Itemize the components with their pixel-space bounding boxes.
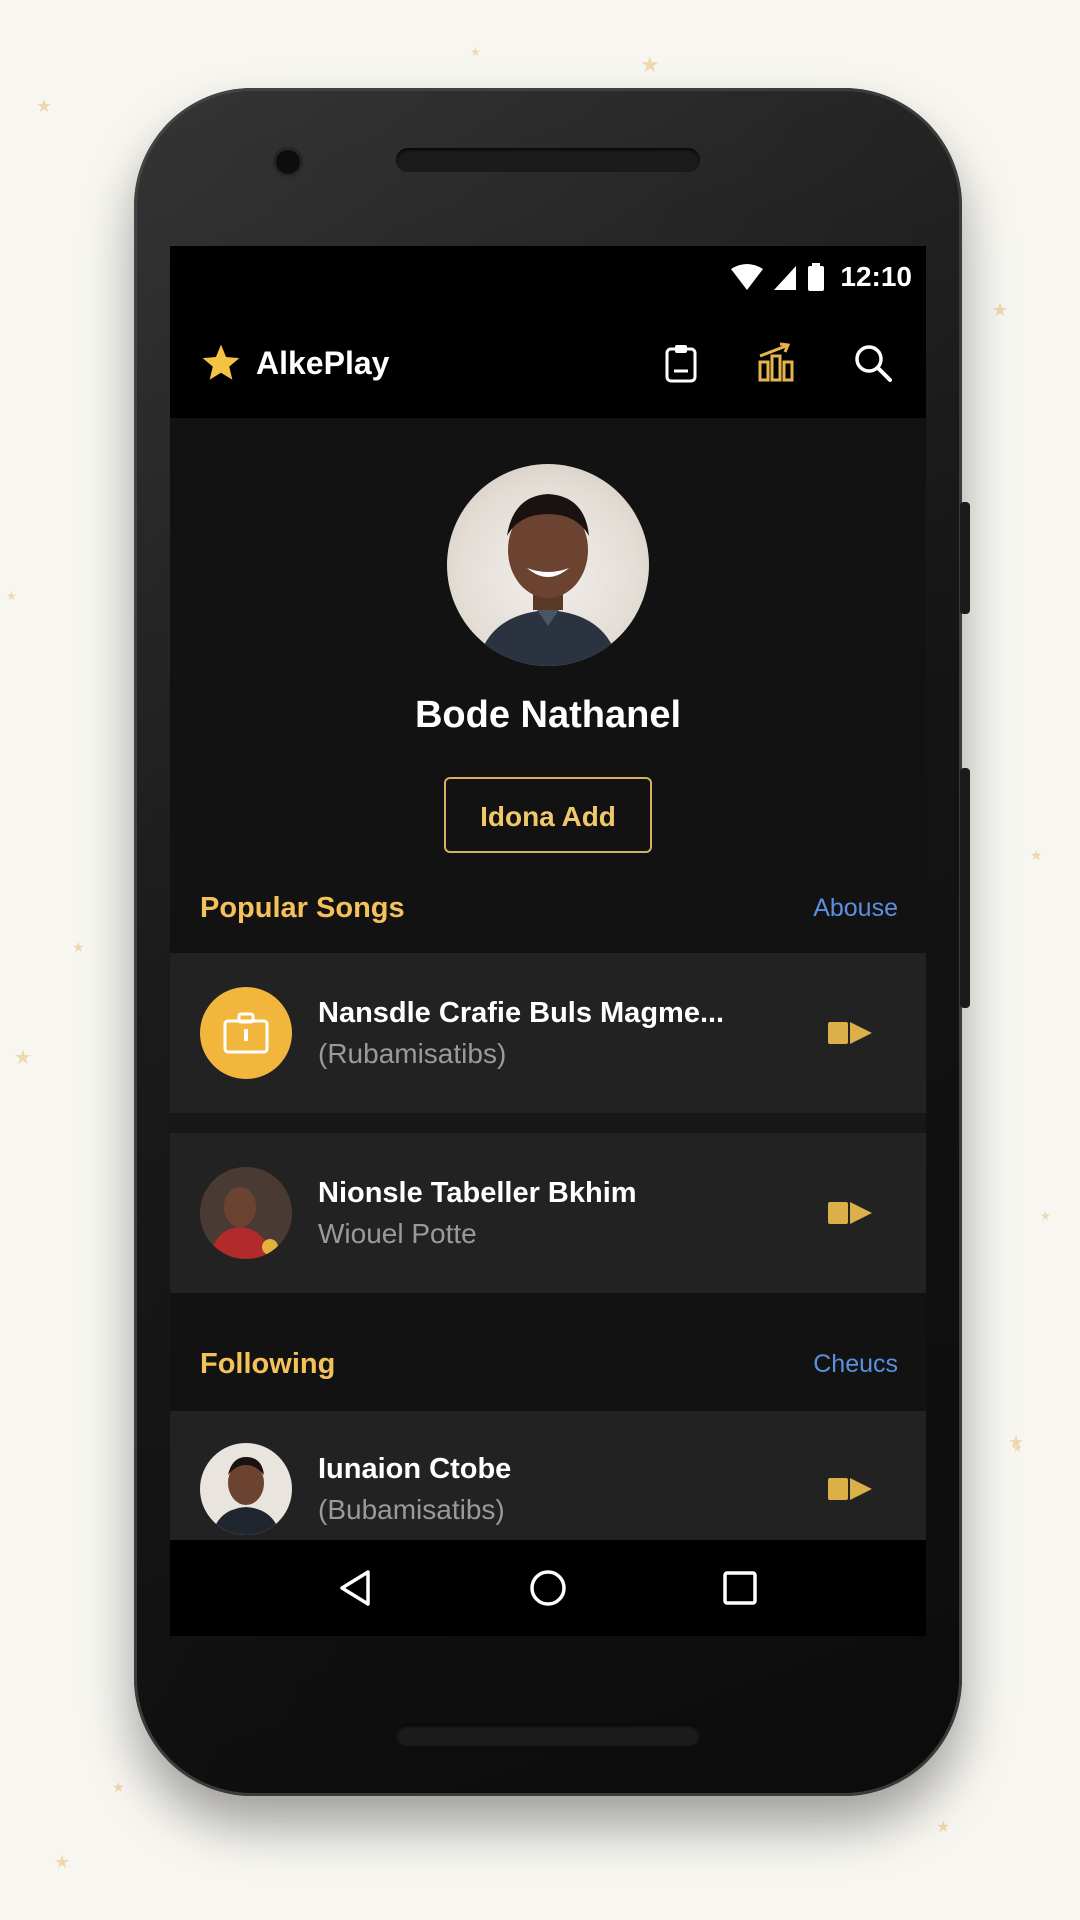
- song-artist: Wiouel Potte: [318, 1217, 477, 1249]
- clipboard-button[interactable]: [658, 340, 704, 386]
- briefcase-icon: [223, 1012, 269, 1054]
- screen: 12:10 AlkePlay Bode Nathanel Idona Add P…: [170, 246, 926, 1636]
- recents-icon[interactable]: [720, 1568, 760, 1608]
- profile-header: Bode Nathanel Idona Add: [170, 418, 926, 853]
- chart-button[interactable]: [754, 340, 800, 386]
- back-icon[interactable]: [336, 1568, 376, 1608]
- svg-text:★: ★: [470, 45, 481, 59]
- section-link[interactable]: Abouse: [813, 894, 898, 923]
- popular-songs-header: Popular Songs Abouse: [170, 877, 926, 939]
- add-button[interactable]: Idona Add: [444, 777, 652, 853]
- svg-text:★: ★: [36, 96, 52, 116]
- power-button: [960, 768, 970, 1008]
- clipboard-icon: [665, 345, 697, 383]
- song-row[interactable]: Nansdle Crafie Buls Magme... (Rubamisati…: [170, 953, 926, 1113]
- song-title: Nionsle Tabeller Bkhim: [318, 1176, 637, 1209]
- following-header: Following Cheucs: [170, 1333, 926, 1395]
- svg-text:★: ★: [72, 939, 85, 955]
- section-link[interactable]: Cheucs: [813, 1350, 898, 1379]
- earpiece-speaker: [396, 148, 700, 172]
- app-bar: AlkePlay: [170, 308, 926, 418]
- section-title: Following: [200, 1347, 336, 1380]
- song-artist: (Rubamisatibs): [318, 1037, 507, 1069]
- svg-text:★: ★: [14, 1047, 32, 1069]
- svg-text:★: ★: [1008, 1432, 1024, 1452]
- battery-icon: [808, 263, 825, 291]
- following-name: Iunaion Ctobe: [318, 1452, 512, 1485]
- search-button[interactable]: [850, 340, 896, 386]
- following-subtitle: (Bubamisatibs): [318, 1493, 505, 1525]
- song-row[interactable]: Nionsle Tabeller Bkhim Wiouel Potte: [170, 1133, 926, 1293]
- volume-button: [960, 502, 970, 614]
- status-time: 12:10: [840, 261, 912, 292]
- play-icon[interactable]: [826, 1475, 874, 1503]
- chart-icon: [758, 342, 794, 382]
- svg-text:★: ★: [1012, 1441, 1023, 1455]
- status-bar: 12:10: [170, 246, 926, 308]
- svg-text:★: ★: [1040, 1209, 1051, 1223]
- song-title: Nansdle Crafie Buls Magme...: [318, 996, 725, 1029]
- bottom-speaker: [396, 1724, 700, 1746]
- svg-text:★: ★: [54, 1852, 70, 1872]
- phone-frame: 12:10 AlkePlay Bode Nathanel Idona Add P…: [134, 88, 970, 1796]
- svg-text:★: ★: [640, 52, 660, 77]
- song-thumbnail: [200, 1167, 292, 1259]
- svg-text:★: ★: [1030, 847, 1043, 863]
- system-nav-bar: [170, 1540, 926, 1636]
- following-avatar: [200, 1443, 292, 1535]
- svg-text:★: ★: [992, 300, 1008, 320]
- svg-text:★: ★: [112, 1779, 125, 1795]
- front-camera: [276, 150, 300, 174]
- signal-icon: [774, 266, 797, 290]
- play-icon[interactable]: [826, 1019, 874, 1047]
- app-title: AlkePlay: [256, 344, 390, 381]
- svg-text:★: ★: [6, 589, 17, 603]
- section-title: Popular Songs: [200, 891, 405, 924]
- profile-avatar[interactable]: [447, 464, 649, 666]
- profile-name: Bode Nathanel: [414, 694, 682, 736]
- star-logo-icon: [202, 344, 240, 380]
- svg-text:★: ★: [936, 1819, 950, 1836]
- search-icon: [855, 345, 892, 382]
- wifi-icon: [731, 264, 764, 290]
- play-icon[interactable]: [826, 1199, 874, 1227]
- song-thumbnail: [200, 987, 292, 1079]
- home-icon[interactable]: [528, 1568, 568, 1608]
